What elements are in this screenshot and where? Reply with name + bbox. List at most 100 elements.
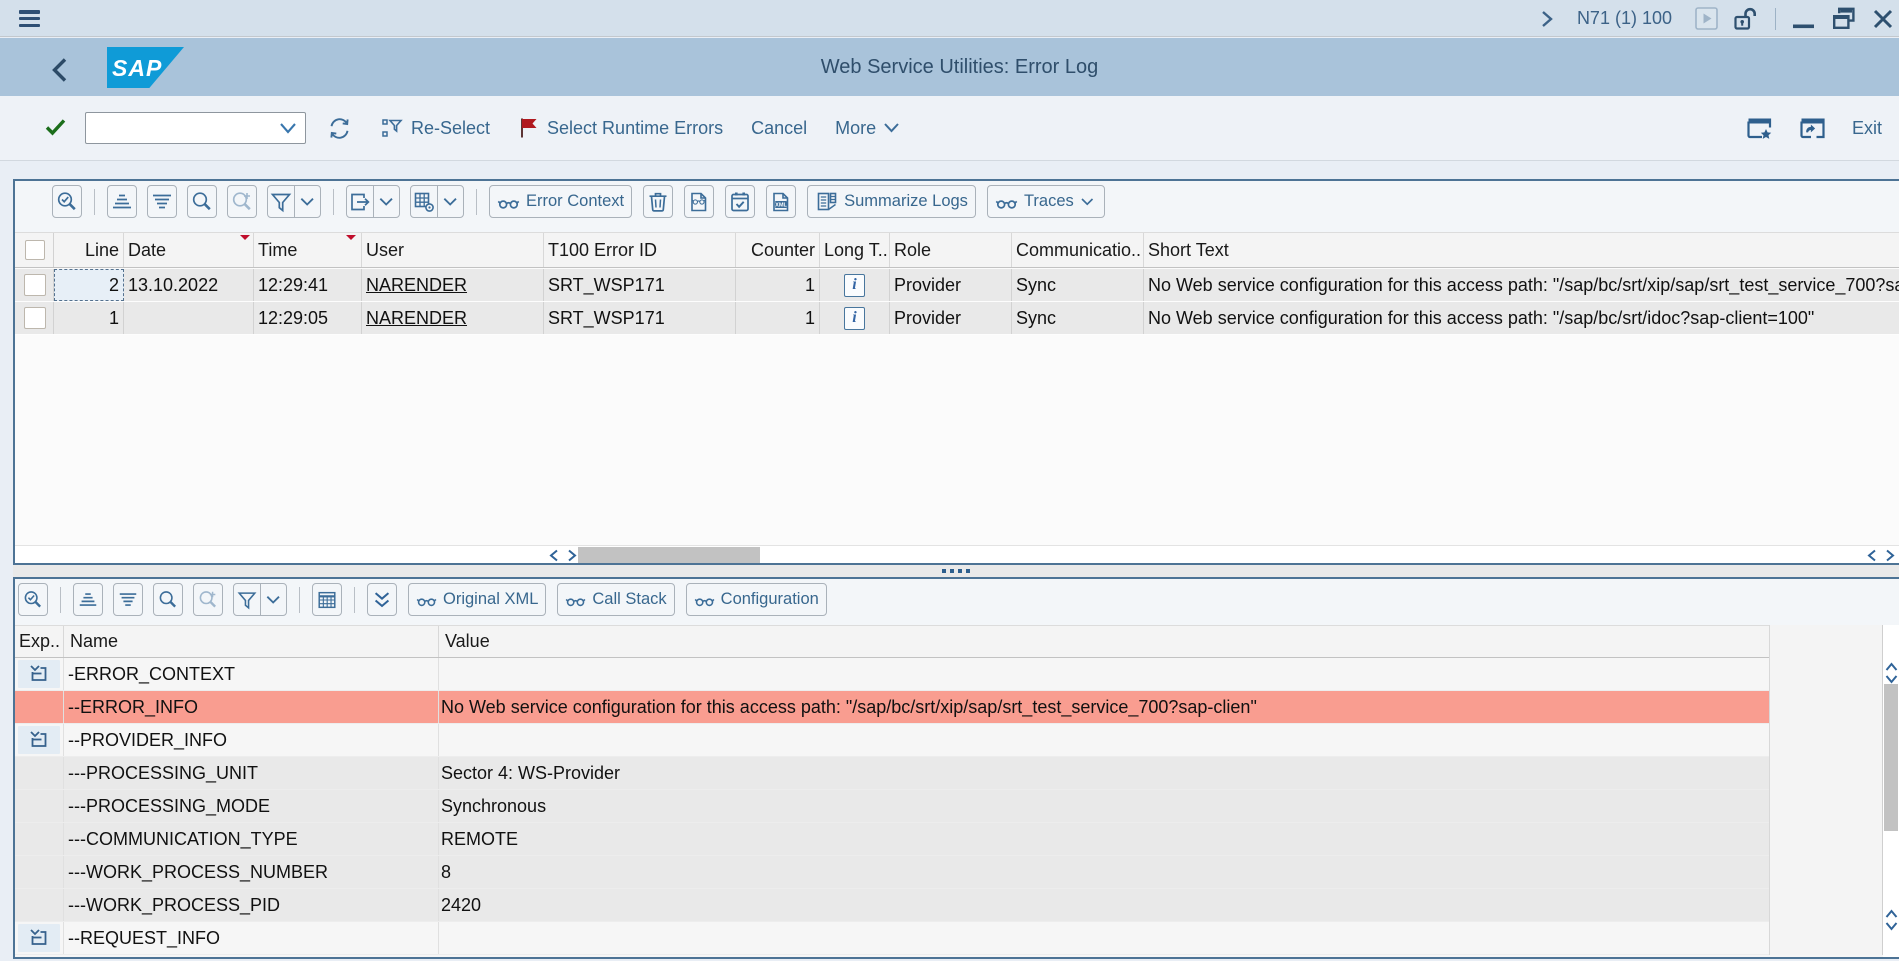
filter-split-button[interactable]	[267, 185, 321, 218]
new-session-window-icon[interactable]	[1799, 115, 1826, 141]
tree-node-name[interactable]: ---WORK_PROCESS_PID	[64, 889, 439, 921]
tree-node-value[interactable]: No Web service configuration for this ac…	[439, 691, 1769, 723]
tree-row-provider-info[interactable]: --PROVIDER_INFO	[15, 724, 1769, 757]
export-menu-button[interactable]	[373, 186, 399, 217]
cell-date[interactable]	[124, 302, 254, 334]
sort-descending-button[interactable]	[147, 185, 177, 218]
error-context-button[interactable]: Error Context	[489, 185, 632, 218]
column-header-longtext[interactable]: Long T..	[820, 233, 890, 267]
tree-node-name[interactable]: ---PROCESSING_MODE	[64, 790, 439, 822]
cell-communication[interactable]: Sync	[1012, 269, 1144, 301]
layout-split-button[interactable]	[410, 185, 464, 218]
cell-t100[interactable]: SRT_WSP171	[544, 302, 736, 334]
column-header-communication[interactable]: Communicatio..	[1012, 233, 1144, 267]
command-field-dropdown-icon[interactable]	[279, 122, 297, 135]
filter-button[interactable]	[234, 584, 260, 615]
exit-button[interactable]: Exit	[1852, 118, 1882, 139]
column-header-role[interactable]: Role	[890, 233, 1012, 267]
user-link[interactable]: NARENDER	[366, 275, 467, 296]
traces-button[interactable]: Traces	[987, 185, 1105, 218]
cell-counter[interactable]: 1	[736, 269, 820, 301]
cell-role[interactable]: Provider	[890, 269, 1012, 301]
cell-date[interactable]: 13.10.2022	[124, 269, 254, 301]
find-next-button[interactable]	[227, 185, 257, 218]
tree-row-work-process-pid[interactable]: ---WORK_PROCESS_PID 2420	[15, 889, 1769, 922]
favorites-window-icon[interactable]	[1746, 115, 1773, 141]
tree-node-name[interactable]: --PROVIDER_INFO	[64, 724, 439, 756]
error-log-row-1[interactable]: 2 13.10.2022 12:29:41 NARENDER SRT_WSP17…	[15, 269, 1899, 302]
close-window-icon[interactable]	[1871, 7, 1895, 31]
column-header-t100[interactable]: T100 Error ID	[544, 233, 736, 267]
sort-descending-button[interactable]	[113, 583, 143, 616]
minimize-window-icon[interactable]	[1791, 6, 1816, 31]
expand-node-icon[interactable]	[18, 924, 60, 952]
column-header-name[interactable]: Name	[64, 626, 439, 657]
tree-node-value[interactable]	[439, 658, 1769, 690]
scroll-down-icon[interactable]	[1885, 674, 1898, 684]
column-header-time[interactable]: Time	[254, 233, 362, 267]
tree-row-processing-unit[interactable]: ---PROCESSING_UNIT Sector 4: WS-Provider	[15, 757, 1769, 790]
find-next-button[interactable]	[193, 583, 223, 616]
find-button[interactable]	[153, 583, 183, 616]
tree-node-value[interactable]	[439, 922, 1769, 954]
column-header-date[interactable]: Date	[124, 233, 254, 267]
filter-split-button[interactable]	[233, 583, 287, 616]
enter-check-icon[interactable]	[45, 118, 66, 136]
user-link[interactable]: NARENDER	[366, 308, 467, 329]
tree-node-value[interactable]: 8	[439, 856, 1769, 888]
expand-system-tray-icon[interactable]	[1540, 9, 1554, 29]
filter-menu-button[interactable]	[294, 186, 320, 217]
cell-role[interactable]: Provider	[890, 302, 1012, 334]
long-text-info-icon[interactable]: i	[844, 274, 865, 297]
filter-menu-button[interactable]	[260, 584, 286, 615]
cell-time[interactable]: 12:29:41	[254, 269, 362, 301]
details-button[interactable]	[52, 185, 82, 218]
summarize-logs-button[interactable]: Summarize Logs	[807, 185, 976, 218]
reorganize-logs-button[interactable]	[725, 185, 755, 218]
tree-row-processing-mode[interactable]: ---PROCESSING_MODE Synchronous	[15, 790, 1769, 823]
scroll-up-icon[interactable]	[1885, 909, 1898, 919]
tree-row-request-info[interactable]: --REQUEST_INFO	[15, 922, 1769, 955]
scroll-left-icon[interactable]	[549, 549, 559, 562]
cell-time[interactable]: 12:29:05	[254, 302, 362, 334]
details-button[interactable]	[18, 583, 48, 616]
grid-horizontal-scrollbar[interactable]	[15, 545, 1899, 563]
unlocked-icon[interactable]	[1733, 7, 1760, 31]
tree-node-value[interactable]: Sector 4: WS-Provider	[439, 757, 1769, 789]
call-stack-button[interactable]: Call Stack	[557, 583, 674, 616]
hamburger-menu-icon[interactable]	[19, 10, 40, 28]
scroll-right-icon[interactable]	[1885, 549, 1895, 562]
scroll-right-icon[interactable]	[567, 549, 577, 562]
tree-row-error-context[interactable]: -ERROR_CONTEXT	[15, 658, 1769, 691]
select-runtime-errors-button[interactable]: Select Runtime Errors	[518, 116, 723, 140]
column-header-value[interactable]: Value	[439, 626, 1769, 657]
row-checkbox[interactable]	[24, 307, 46, 329]
tree-row-error-info[interactable]: --ERROR_INFO No Web service configuratio…	[15, 691, 1769, 724]
tree-row-communication-type[interactable]: ---COMMUNICATION_TYPE REMOTE	[15, 823, 1769, 856]
cancel-button[interactable]: Cancel	[751, 118, 807, 139]
tree-node-name[interactable]: ---WORK_PROCESS_NUMBER	[64, 856, 439, 888]
collapse-all-button[interactable]	[367, 583, 397, 616]
column-header-counter[interactable]: Counter	[736, 233, 820, 267]
scroll-down-icon[interactable]	[1885, 921, 1898, 931]
cell-shorttext[interactable]: No Web service configuration for this ac…	[1144, 302, 1899, 334]
column-header-shorttext[interactable]: Short Text	[1144, 233, 1899, 267]
xml-download-button[interactable]: XML	[766, 185, 796, 218]
tree-node-name[interactable]: --ERROR_INFO	[64, 691, 439, 723]
tree-row-work-process-number[interactable]: ---WORK_PROCESS_NUMBER 8	[15, 856, 1769, 889]
cell-line[interactable]: 2	[54, 269, 124, 301]
export-button[interactable]	[347, 186, 373, 217]
tree-node-value[interactable]: Synchronous	[439, 790, 1769, 822]
error-log-row-2[interactable]: 1 12:29:05 NARENDER SRT_WSP171 1 i Provi…	[15, 302, 1899, 335]
restore-window-icon[interactable]	[1831, 6, 1856, 31]
refresh-icon[interactable]	[327, 116, 352, 141]
scrollbar-thumb[interactable]	[1884, 684, 1898, 831]
cell-line[interactable]: 1	[54, 302, 124, 334]
scrollbar-thumb[interactable]	[578, 547, 760, 563]
tree-node-name[interactable]: ---PROCESSING_UNIT	[64, 757, 439, 789]
expand-node-icon[interactable]	[18, 660, 60, 688]
expand-node-icon[interactable]	[18, 726, 60, 754]
long-text-info-icon[interactable]: i	[844, 307, 865, 330]
tree-node-name[interactable]: ---COMMUNICATION_TYPE	[64, 823, 439, 855]
tree-node-value[interactable]: 2420	[439, 889, 1769, 921]
